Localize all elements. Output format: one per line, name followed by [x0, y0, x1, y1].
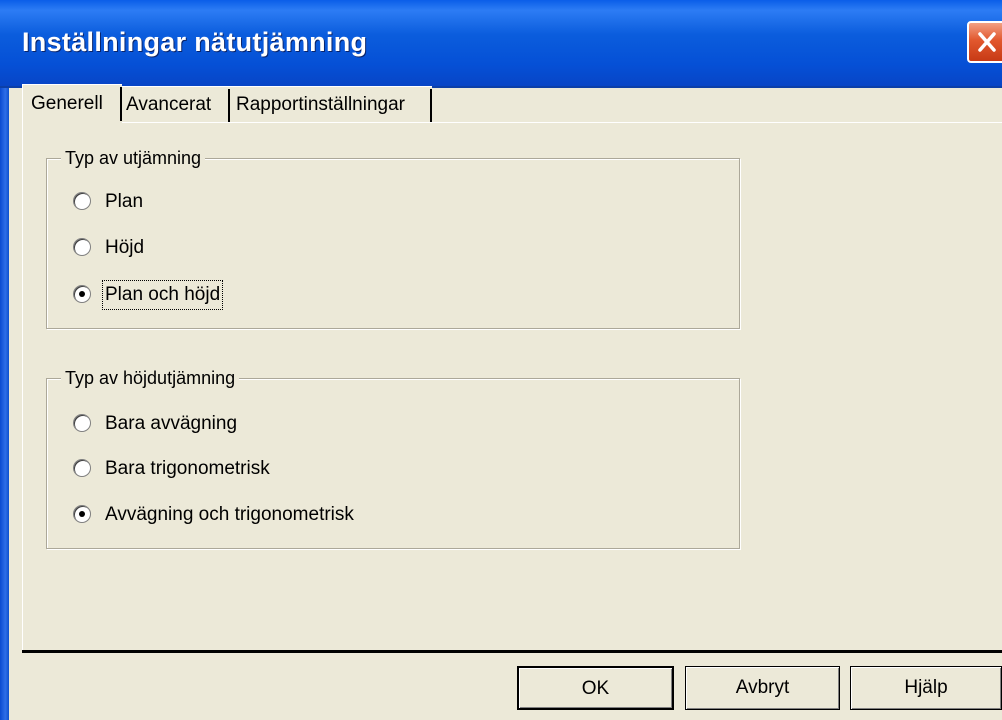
ok-button[interactable]: OK — [517, 666, 674, 710]
groupbox-legend: Typ av utjämning — [61, 146, 206, 170]
title-bar[interactable]: Inställningar nätutjämning — [0, 0, 1002, 88]
radio-button[interactable] — [73, 192, 91, 210]
groupbox-legend: Typ av höjdutjämning — [61, 366, 240, 390]
radio-label: Höjd — [105, 237, 145, 258]
window-title: Inställningar nätutjämning — [22, 27, 368, 57]
tab-avancerat[interactable]: Avancerat — [122, 86, 230, 123]
tab-divider — [120, 87, 122, 121]
help-button[interactable]: Hjälp — [850, 666, 1002, 710]
radio-label: Avvägning och trigonometrisk — [105, 504, 354, 525]
tab-label: Rapportinställningar — [236, 94, 405, 115]
tab-generell[interactable]: Generell — [22, 84, 122, 124]
panel-divider — [22, 650, 1002, 653]
close-icon — [978, 32, 996, 52]
groupbox-adjustment-type: Typ av utjämning Plan Höjd Plan och höjd — [46, 146, 740, 329]
cancel-button[interactable]: Avbryt — [685, 666, 840, 710]
radio-button-selected[interactable] — [73, 505, 91, 523]
radio-dot-icon — [79, 511, 85, 517]
radio-label: Bara avvägning — [105, 413, 238, 434]
radio-button-selected[interactable] — [73, 285, 91, 303]
tab-label: Generell — [31, 93, 103, 114]
radio-button[interactable] — [73, 459, 91, 477]
radio-button[interactable] — [73, 414, 91, 432]
radio-label: Plan och höjd — [101, 280, 224, 310]
tab-label: Avancerat — [126, 94, 212, 115]
radio-label: Plan — [105, 191, 144, 212]
radio-label: Bara trigonometrisk — [105, 458, 270, 479]
radio-button[interactable] — [73, 238, 91, 256]
tab-divider — [430, 89, 432, 123]
groupbox-height-adjustment-type: Typ av höjdutjämning Bara avvägning Bara… — [46, 366, 740, 549]
close-button[interactable] — [967, 21, 1002, 63]
window-frame-left — [0, 88, 9, 720]
radio-dot-icon — [79, 291, 85, 297]
tab-rapportinstallningar[interactable]: Rapportinställningar — [230, 86, 432, 123]
